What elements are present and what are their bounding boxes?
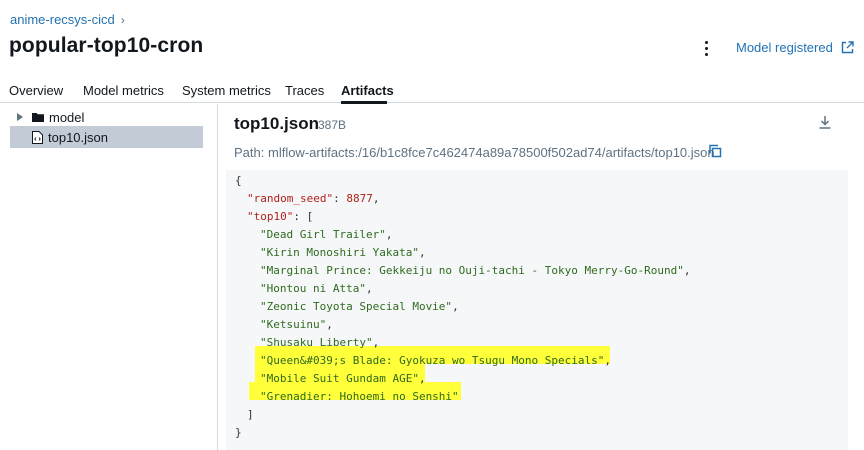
json-list-item: "Mobile Suit Gundam AGE", xyxy=(260,372,426,385)
json-open-brace: { xyxy=(235,174,242,187)
json-list-item: "Hontou ni Atta", xyxy=(260,282,373,295)
tab-traces[interactable]: Traces xyxy=(285,83,324,98)
json-list-item: "Queen&#039;s Blade: Gyokuza wo Tsugu Mo… xyxy=(260,354,611,367)
json-list-item: "Shusaku Liberty", xyxy=(260,336,380,349)
artifact-path-value: mlflow-artifacts:/16/b1c8fce7c462474a89a… xyxy=(267,145,715,160)
tree-item-label: top10.json xyxy=(48,129,108,145)
download-icon[interactable] xyxy=(817,114,833,130)
json-open-bracket: [ xyxy=(306,210,314,223)
breadcrumb-experiment-link[interactable]: anime-recsys-cicd xyxy=(10,12,115,27)
json-list-item: "Kirin Monoshiri Yakata", xyxy=(260,246,426,259)
external-link-icon xyxy=(841,41,854,54)
breadcrumb-separator: › xyxy=(120,12,125,27)
json-key: "random_seed" xyxy=(247,192,334,205)
caret-right-icon[interactable] xyxy=(16,113,24,121)
json-key: "top10" xyxy=(247,210,294,223)
tree-item-model[interactable]: model xyxy=(10,106,203,128)
artifact-path: Path: mlflow-artifacts:/16/b1c8fce7c4624… xyxy=(234,145,715,160)
json-list-item: "Marginal Prince: Gekkeiju no Ouji-tachi… xyxy=(260,264,691,277)
json-close-brace: } xyxy=(235,426,242,439)
tree-item-top10-json[interactable]: top10.json xyxy=(10,126,203,148)
artifact-tree: model top10.json xyxy=(0,104,218,450)
artifact-file-size: 387B xyxy=(318,118,347,132)
json-line: { xyxy=(235,172,242,190)
folder-icon xyxy=(32,113,44,122)
json-list-item: "Grenadier: Hohoemi no Senshi" xyxy=(260,390,459,403)
artifact-path-label: Path: xyxy=(234,145,265,160)
json-close-bracket: ] xyxy=(247,408,254,421)
json-list-item: "Ketsuinu", xyxy=(260,318,333,331)
tree-item-label: model xyxy=(49,109,85,125)
json-line: } xyxy=(235,424,242,442)
json-list-item: "Dead Girl Trailer", xyxy=(260,228,393,241)
json-line: "random_seed": 8877, xyxy=(247,192,380,205)
tab-overview[interactable]: Overview xyxy=(9,83,63,98)
breadcrumb: anime-recsys-cicd › xyxy=(10,12,125,27)
model-registered-link[interactable]: Model registered xyxy=(736,40,854,55)
page-title: popular-top10-cron xyxy=(9,34,204,57)
artifact-json-preview: { "random_seed": 8877, "top10": [ "Dead … xyxy=(226,170,848,450)
copy-icon[interactable] xyxy=(708,144,722,158)
tab-artifacts[interactable]: Artifacts xyxy=(341,83,394,98)
tab-system-metrics[interactable]: System metrics xyxy=(182,83,271,98)
json-list-item: "Zeonic Toyota Special Movie", xyxy=(260,300,459,313)
tab-model-metrics[interactable]: Model metrics xyxy=(83,83,164,98)
artifact-file-name: top10.json xyxy=(234,114,320,133)
json-line: "top10": [ xyxy=(247,210,314,223)
json-line: ] xyxy=(247,406,254,424)
more-options-icon[interactable] xyxy=(700,38,712,58)
model-registered-label: Model registered xyxy=(736,40,833,55)
json-number: 8877 xyxy=(346,192,373,205)
run-tabs: Overview Model metrics System metrics Tr… xyxy=(0,80,864,104)
file-code-icon xyxy=(32,130,43,144)
active-tab-indicator xyxy=(341,101,387,104)
